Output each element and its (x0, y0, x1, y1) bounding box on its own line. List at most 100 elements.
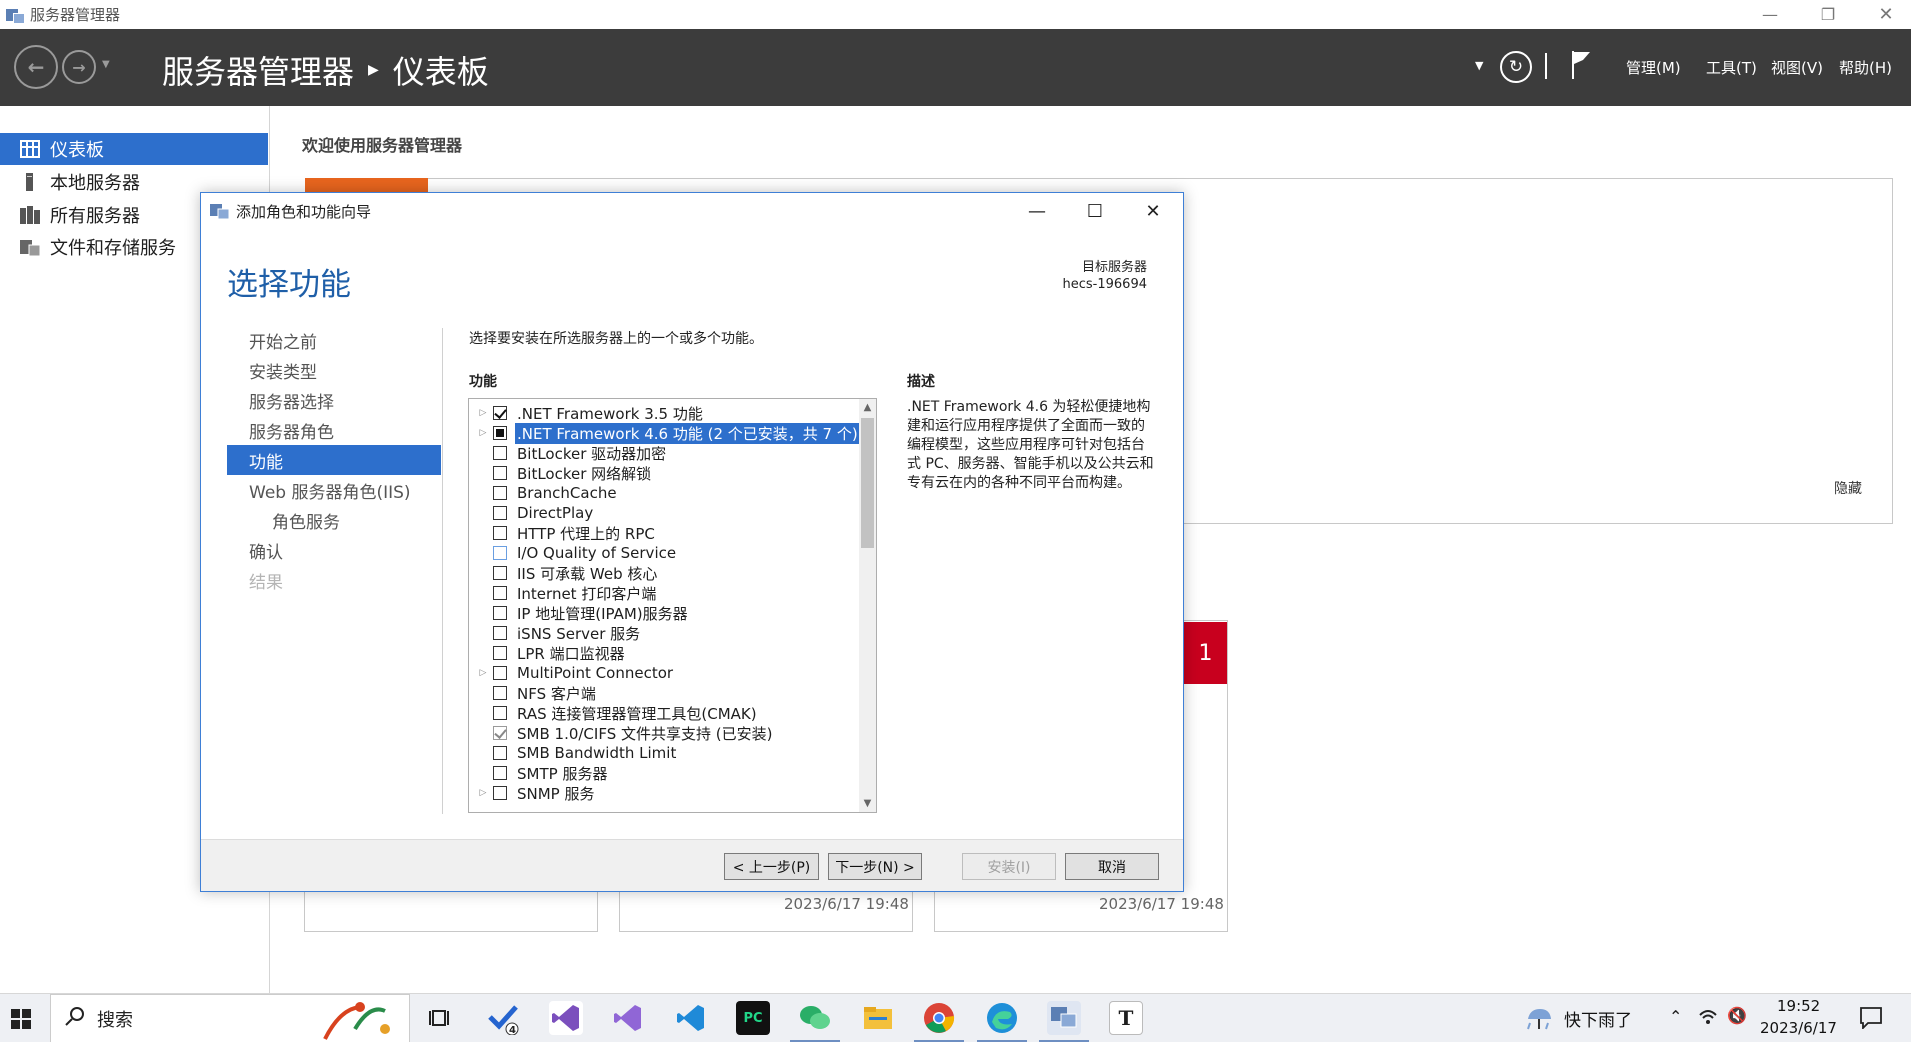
flag-icon[interactable] (1570, 49, 1594, 85)
clock-time[interactable]: 19:52 (1777, 997, 1820, 1015)
feature-row[interactable]: Internet 打印客户端 (469, 583, 658, 603)
expand-arrow-icon[interactable]: ▷ (473, 788, 493, 798)
feature-row[interactable]: I/O Quality of Service (469, 543, 678, 563)
weather-rain-icon[interactable] (1524, 1005, 1554, 1037)
history-dropdown-icon[interactable]: ▼ (102, 59, 110, 70)
feature-row[interactable]: BitLocker 网络解锁 (469, 463, 653, 483)
feature-checkbox[interactable] (493, 766, 507, 780)
visual-studio-icon[interactable] (549, 1001, 583, 1035)
feature-row[interactable]: RAS 连接管理器管理工具包(CMAK) (469, 703, 759, 723)
feature-checkbox[interactable] (493, 746, 507, 760)
refresh-icon[interactable]: ↻ (1500, 51, 1532, 83)
feature-row[interactable]: SMB Bandwidth Limit (469, 743, 678, 763)
feature-checkbox[interactable] (493, 686, 507, 700)
minimize-icon[interactable]: — (1741, 0, 1799, 29)
expand-arrow-icon[interactable]: ▷ (473, 428, 493, 438)
feature-checkbox[interactable] (493, 486, 507, 500)
feature-row[interactable]: IIS 可承载 Web 核心 (469, 563, 659, 583)
typora-icon[interactable]: T (1109, 1001, 1143, 1035)
feature-row[interactable]: HTTP 代理上的 RPC (469, 523, 657, 543)
step-features[interactable]: 功能 (227, 445, 441, 475)
feature-checkbox[interactable] (493, 666, 507, 680)
restore-icon[interactable]: ❐ (1799, 0, 1857, 29)
feature-row[interactable]: iSNS Server 服务 (469, 623, 642, 643)
previous-button[interactable]: < 上一步(P) (724, 853, 819, 880)
menu-tools[interactable]: 工具(T) (1706, 57, 1757, 78)
cancel-button[interactable]: 取消 (1065, 853, 1159, 880)
expand-arrow-icon[interactable]: ▷ (473, 408, 493, 418)
feature-row[interactable]: LPR 端口监视器 (469, 643, 627, 663)
feature-row[interactable]: ▷ .NET Framework 3.5 功能 (469, 403, 705, 423)
feature-checkbox[interactable] (493, 446, 507, 460)
expand-arrow-icon[interactable]: ▷ (473, 668, 493, 678)
speaker-muted-icon[interactable]: 🔇 (1727, 1006, 1747, 1025)
feature-checkbox[interactable] (493, 506, 507, 520)
menu-help[interactable]: 帮助(H) (1839, 57, 1892, 78)
alert-count-badge[interactable]: 1 (1184, 622, 1227, 684)
feature-row[interactable]: BitLocker 驱动器加密 (469, 443, 668, 463)
step-installation-type[interactable]: 安装类型 (227, 355, 441, 385)
clock-date[interactable]: 2023/6/17 (1760, 1019, 1837, 1037)
feature-checkbox[interactable] (493, 526, 507, 540)
menu-manage[interactable]: 管理(M) (1626, 57, 1681, 78)
feature-checkbox[interactable] (493, 406, 507, 420)
chrome-icon[interactable] (922, 1001, 956, 1035)
quickstart-tab[interactable] (305, 178, 428, 192)
feature-row[interactable]: ▷ SNMP 服务 (469, 783, 597, 803)
feature-checkbox[interactable] (493, 546, 507, 560)
visual-studio-preview-icon[interactable] (611, 1001, 645, 1035)
next-button[interactable]: 下一步(N) > (828, 853, 922, 880)
edge-icon[interactable] (985, 1001, 1019, 1035)
vscode-icon[interactable] (674, 1001, 708, 1035)
feature-checkbox[interactable] (493, 786, 507, 800)
dialog-close-icon[interactable]: ✕ (1124, 193, 1182, 229)
feature-row[interactable]: DirectPlay (469, 503, 595, 523)
step-role-services[interactable]: 角色服务 (227, 505, 441, 535)
feature-checkbox[interactable] (493, 426, 507, 440)
feature-checkbox[interactable] (493, 466, 507, 480)
step-web-server-role[interactable]: Web 服务器角色(IIS) (227, 475, 441, 505)
feature-row[interactable]: IP 地址管理(IPAM)服务器 (469, 603, 690, 623)
step-before-you-begin[interactable]: 开始之前 (227, 325, 441, 355)
forward-arrow-icon[interactable]: → (62, 50, 96, 84)
close-icon[interactable]: ✕ (1857, 0, 1911, 29)
dialog-maximize-icon[interactable]: ☐ (1066, 193, 1124, 229)
scroll-thumb[interactable] (861, 418, 874, 548)
feature-checkbox[interactable] (493, 626, 507, 640)
tray-expand-icon[interactable]: ⌃ (1669, 1007, 1682, 1026)
step-confirmation[interactable]: 确认 (227, 535, 441, 565)
back-arrow-icon[interactable]: ← (14, 45, 58, 89)
scroll-down-icon[interactable]: ▼ (859, 795, 876, 812)
wechat-icon[interactable] (798, 1001, 832, 1035)
feature-row[interactable]: ▷ MultiPoint Connector (469, 663, 675, 683)
scroll-up-icon[interactable]: ▲ (859, 399, 876, 416)
step-server-roles[interactable]: 服务器角色 (227, 415, 441, 445)
weather-text[interactable]: 快下雨了 (1564, 1006, 1632, 1031)
windows-start-icon[interactable] (0, 994, 42, 1042)
feature-row[interactable]: ▷ .NET Framework 4.6 功能 (2 个已安装，共 7 个) (469, 421, 861, 445)
taskbar-search-box[interactable]: 搜索 (50, 994, 410, 1042)
notification-center-icon[interactable] (1860, 1007, 1882, 1033)
file-explorer-icon[interactable] (861, 1001, 895, 1035)
task-view-icon[interactable] (423, 1001, 457, 1035)
hide-link[interactable]: 隐藏 (1834, 478, 1862, 498)
notifications-dropdown-icon[interactable]: ▼ (1475, 59, 1483, 72)
server-manager-taskbar-icon[interactable] (1047, 1001, 1081, 1035)
feature-row[interactable]: SMB 1.0/CIFS 文件共享支持 (已安装) (469, 723, 774, 743)
todo-app-icon[interactable]: 4 (486, 1001, 520, 1035)
wifi-icon[interactable] (1698, 1007, 1718, 1029)
menu-view[interactable]: 视图(V) (1771, 57, 1823, 78)
feature-checkbox[interactable] (493, 646, 507, 660)
feature-row[interactable]: NFS 客户端 (469, 683, 598, 703)
feature-checkbox[interactable] (493, 586, 507, 600)
features-scrollbar[interactable]: ▲ ▼ (859, 399, 876, 812)
features-tree-list[interactable]: ▷ .NET Framework 3.5 功能 ▷ .NET Framework 4.… (468, 398, 877, 813)
feature-row[interactable]: SMTP 服务器 (469, 763, 609, 783)
dialog-minimize-icon[interactable]: — (1008, 193, 1066, 229)
sidebar-item-dashboard[interactable]: 仪表板 (0, 133, 268, 165)
feature-row[interactable]: BranchCache (469, 483, 619, 503)
feature-checkbox[interactable] (493, 706, 507, 720)
feature-checkbox[interactable] (493, 566, 507, 580)
feature-checkbox[interactable] (493, 606, 507, 620)
pycharm-icon[interactable]: PC (736, 1001, 770, 1035)
